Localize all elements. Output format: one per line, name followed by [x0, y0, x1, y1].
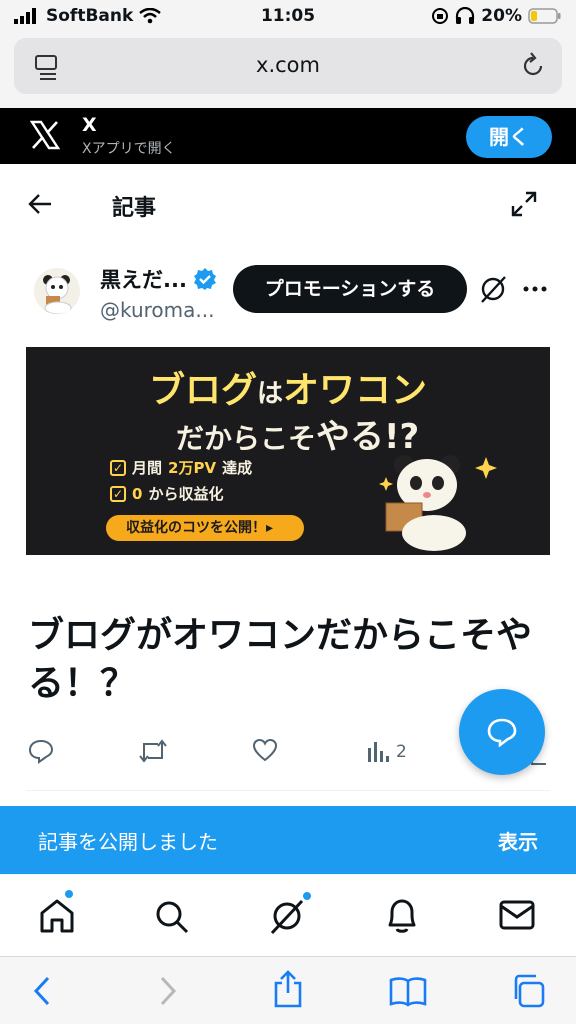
notification-dot — [64, 889, 74, 899]
panda-mascot-icon — [379, 455, 497, 551]
toast-view-button[interactable]: 表示 — [498, 826, 538, 855]
x-logo-icon — [30, 120, 60, 150]
app-banner-subtitle: Xアプリで開く — [82, 141, 176, 157]
feature1-suffix: 達成 — [222, 459, 253, 477]
cover-headline-part3: オワコン — [283, 370, 428, 411]
compose-button[interactable] — [459, 689, 545, 775]
bell-icon[interactable] — [384, 897, 420, 935]
mail-icon[interactable] — [498, 899, 536, 931]
forward-icon[interactable] — [158, 975, 178, 1007]
cover-headline-part2: は — [256, 379, 283, 409]
feature2-suffix: から収益化 — [148, 485, 224, 503]
cover-subhead-part1: だからこそ — [176, 422, 317, 455]
reload-icon[interactable] — [520, 51, 546, 79]
nav-grok[interactable] — [268, 891, 312, 935]
address-bar[interactable]: x.com — [14, 38, 562, 94]
author-handle: @kuroma... — [100, 298, 215, 322]
expand-icon[interactable] — [510, 190, 538, 218]
battery-icon — [528, 8, 561, 24]
article-cover-image[interactable]: ブログはオワコン だからこそやる!? ✓ 月間 2万PV 達成 ✓ 0 から収益化 収… — [26, 347, 550, 555]
heart-icon[interactable] — [252, 738, 278, 762]
notification-dot — [302, 891, 312, 901]
browser-toolbar — [0, 956, 576, 1024]
grok-icon — [270, 899, 304, 935]
cover-headline-part1: ブログ — [148, 370, 257, 411]
avatar[interactable] — [34, 268, 80, 314]
checkbox-icon: ✓ — [110, 485, 126, 502]
home-icon — [40, 899, 74, 933]
cover-cta: 収益化のコツを公開！▸ — [106, 515, 304, 541]
feature1-prefix: 月間 — [132, 459, 163, 477]
open-in-app-banner: X Xアプリで開く 開く — [0, 108, 576, 164]
cover-feature-2: ✓ 0 から収益化 — [110, 483, 223, 504]
toast-banner: 記事を公開しました 表示 — [0, 806, 576, 874]
share-icon[interactable] — [272, 969, 304, 1009]
open-app-button[interactable]: 開く — [466, 116, 552, 158]
bookmarks-icon[interactable] — [388, 975, 428, 1007]
orientation-lock-icon — [432, 8, 449, 24]
page-title: 記事 — [112, 196, 157, 221]
author-name-group[interactable]: 黒えだ... — [100, 264, 217, 294]
cover-feature-1: ✓ 月間 2万PV 達成 — [110, 457, 252, 478]
browser-address-area: x.com — [0, 32, 576, 108]
feature2-prefix: 0 — [132, 484, 143, 503]
arrow-left-icon[interactable] — [26, 190, 54, 218]
verified-badge-icon — [193, 268, 216, 290]
views-icon[interactable] — [366, 738, 390, 764]
compose-icon — [487, 718, 517, 747]
url-text: x.com — [256, 53, 320, 77]
headphones-icon — [456, 7, 475, 24]
promote-button[interactable]: プロモーションする — [233, 265, 467, 313]
battery-percent: 20% — [481, 6, 522, 26]
cover-headline: ブログはオワコン — [26, 361, 550, 413]
status-bar: SoftBank 11:05 20% — [0, 0, 576, 32]
divider — [26, 790, 550, 791]
toast-message: 記事を公開しました — [38, 830, 218, 854]
panda-avatar-icon — [43, 275, 72, 314]
author-name: 黒えだ... — [100, 268, 187, 292]
tabs-icon[interactable] — [510, 973, 546, 1009]
checkbox-icon: ✓ — [110, 459, 126, 476]
reply-icon[interactable] — [28, 738, 54, 764]
app-name: X — [82, 114, 97, 136]
views-count: 2 — [396, 742, 407, 762]
feature1-highlight: 2万PV — [168, 459, 217, 477]
back-icon[interactable] — [32, 975, 52, 1007]
status-right-group: 20% — [431, 6, 562, 26]
search-icon[interactable] — [154, 899, 190, 935]
more-dots-icon[interactable] — [522, 278, 548, 300]
grok-icon[interactable] — [478, 274, 508, 304]
bottom-navigation — [0, 874, 576, 956]
nav-home[interactable] — [38, 889, 76, 935]
article-title: ブログがオワコンだからこそやる！？ — [28, 615, 533, 704]
repost-icon[interactable] — [138, 738, 168, 764]
